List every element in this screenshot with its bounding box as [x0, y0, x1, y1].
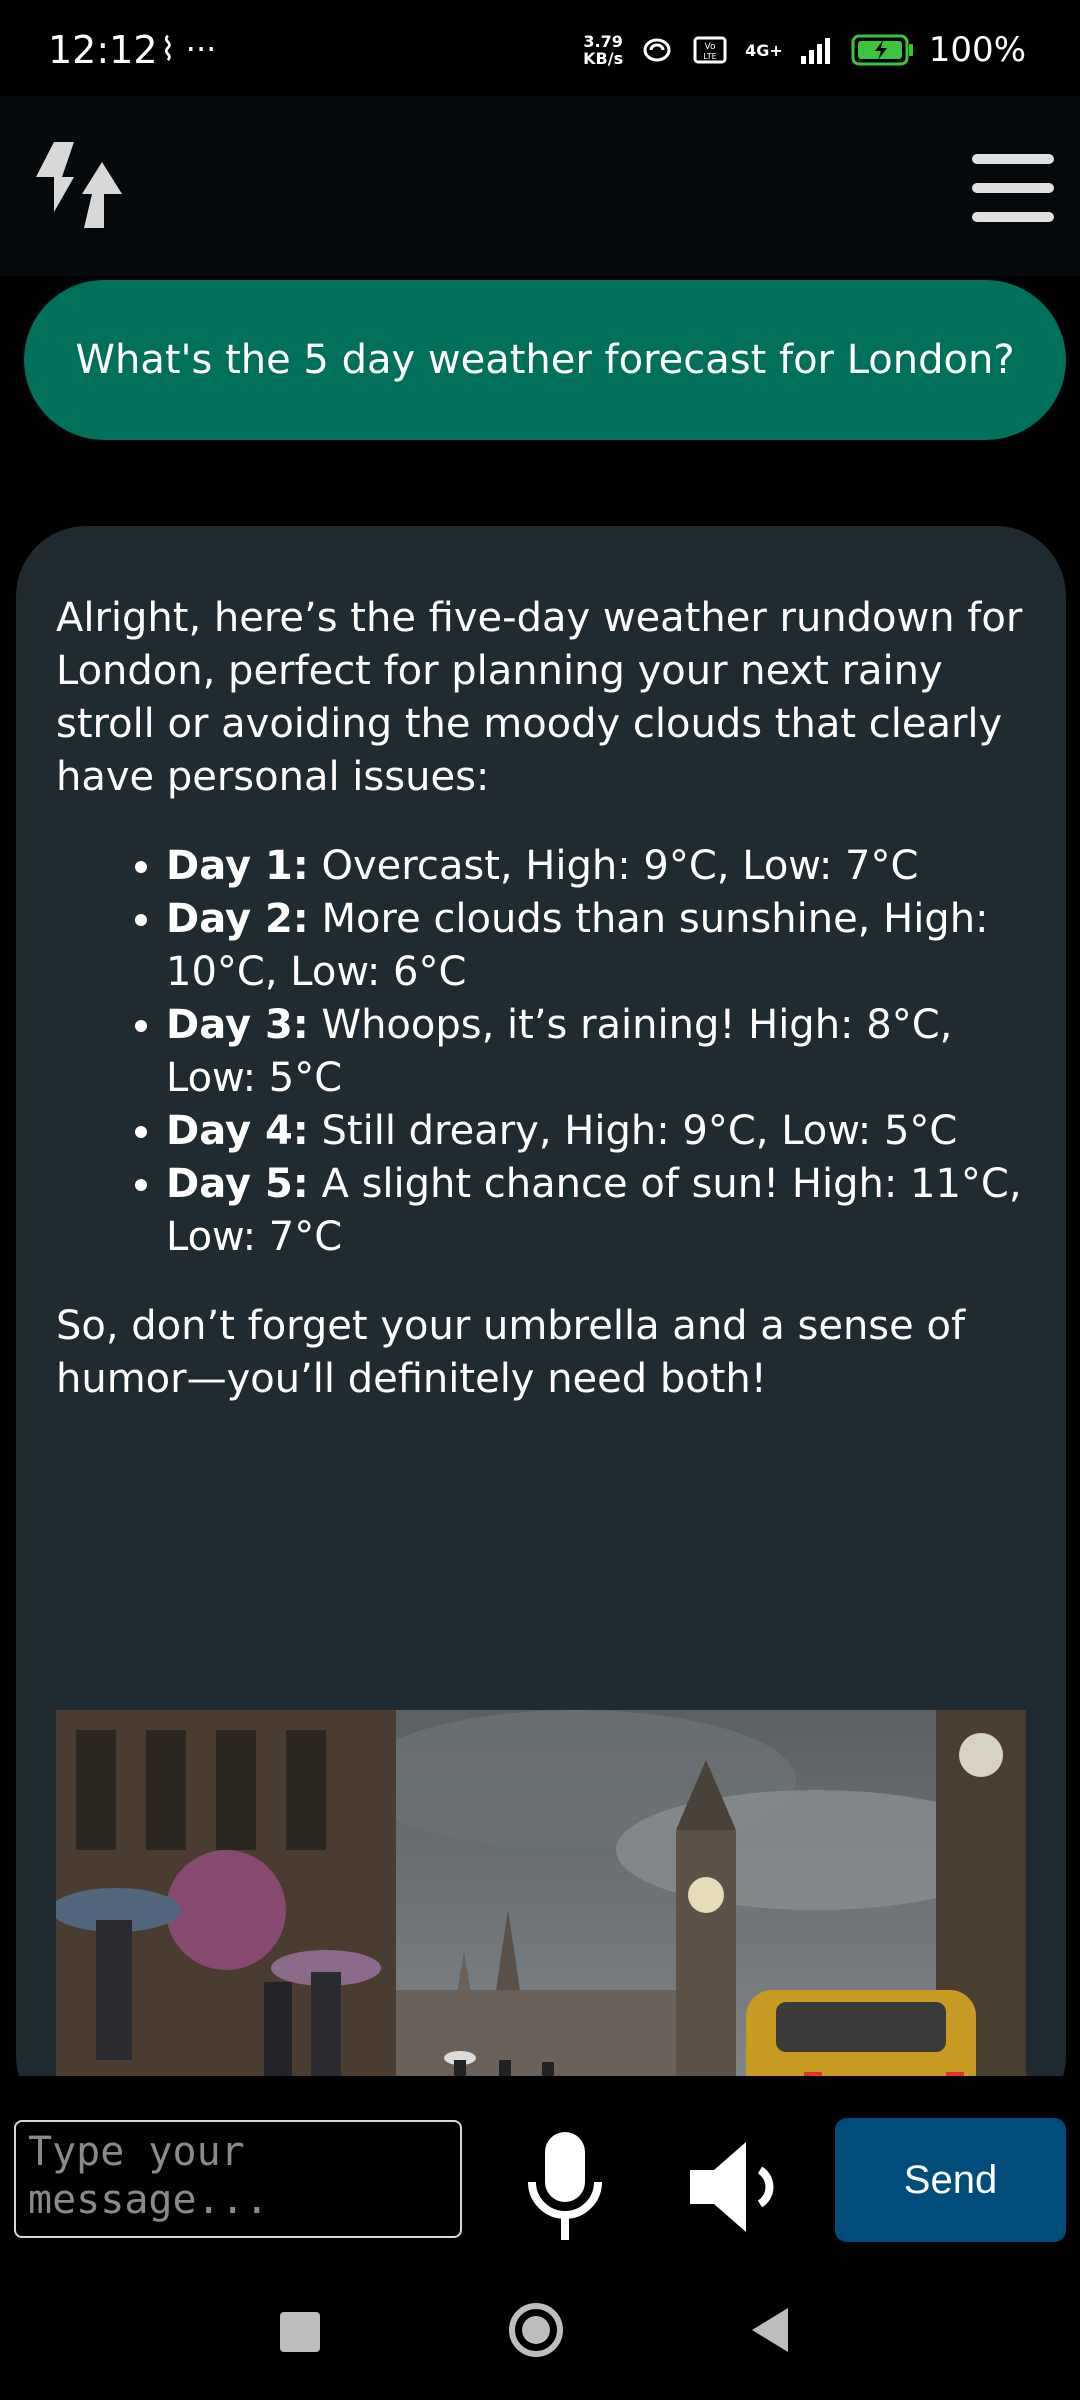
hamburger-menu-icon[interactable]: [970, 150, 1056, 226]
signal-icon: [800, 38, 830, 64]
bot-intro-text: Alright, here’s the five-day weather run…: [56, 595, 1023, 800]
network-speed-unit: KB/s: [583, 49, 624, 68]
volte-icon: Vo LTE: [693, 36, 727, 64]
forecast-day: Day 3:: [166, 1002, 309, 1048]
bot-outro-text: So, don’t forget your umbrella and a sen…: [56, 1303, 966, 1402]
forecast-day: Day 2:: [166, 896, 309, 942]
refresh-arrows-icon[interactable]: [24, 132, 134, 242]
svg-text:LTE: LTE: [703, 52, 716, 61]
chat-area[interactable]: What's the 5 day weather forecast for Lo…: [0, 276, 1080, 2076]
status-right-group: 3.79 KB/s Vo LTE 4G+ 100%: [583, 30, 1026, 70]
user-message-bubble: What's the 5 day weather forecast for Lo…: [24, 280, 1066, 440]
forecast-detail: Still dreary, High: 9°C, Low: 5°C: [308, 1108, 958, 1154]
recent-apps-icon[interactable]: [280, 2312, 320, 2352]
microphone-icon[interactable]: [520, 2128, 610, 2248]
forecast-list: Day 1: Overcast, High: 9°C, Low: 7°C Day…: [56, 840, 1036, 1264]
composer-bar: Send: [0, 2076, 1080, 2256]
status-bar: 12:12 ⌇ ··· 3.79 KB/s Vo LTE 4G+ 100%: [0, 0, 1080, 96]
network-speed: 3.79 KB/s: [583, 33, 623, 67]
forecast-item: Day 5: A slight chance of sun! High: 11°…: [166, 1158, 1036, 1264]
forecast-item: Day 3: Whoops, it’s raining! High: 8°C, …: [166, 999, 1036, 1105]
message-input[interactable]: [14, 2120, 462, 2238]
notification-icons: ⌇ ···: [160, 30, 217, 68]
back-icon[interactable]: [748, 2306, 792, 2354]
speaker-icon[interactable]: [680, 2132, 790, 2242]
forecast-detail: Overcast, High: 9°C, Low: 7°C: [308, 843, 919, 889]
battery-percent: 100%: [928, 30, 1026, 70]
forecast-item: Day 1: Overcast, High: 9°C, Low: 7°C: [166, 840, 1036, 893]
status-time: 12:12: [48, 28, 158, 72]
bot-message-bubble: Alright, here’s the five-day weather run…: [16, 526, 1066, 2076]
hotspot-icon: [643, 38, 671, 62]
forecast-day: Day 4:: [166, 1108, 309, 1154]
battery-icon: [851, 34, 913, 66]
send-button[interactable]: Send: [835, 2118, 1066, 2242]
forecast-item: Day 4: Still dreary, High: 9°C, Low: 5°C: [166, 1105, 1036, 1158]
system-navigation-bar: [0, 2256, 1080, 2400]
network-speed-value: 3.79: [583, 32, 623, 51]
forecast-day: Day 1:: [166, 843, 309, 889]
forecast-day: Day 5:: [166, 1161, 309, 1207]
london-rain-image[interactable]: [56, 1710, 1026, 2076]
user-message-text: What's the 5 day weather forecast for Lo…: [75, 337, 1015, 383]
home-icon[interactable]: [508, 2302, 564, 2358]
svg-text:Vo: Vo: [705, 42, 716, 52]
app-header: [0, 96, 1080, 276]
bot-message-content: Alright, here’s the five-day weather run…: [56, 592, 1036, 1406]
network-type: 4G+: [745, 40, 783, 60]
forecast-item: Day 2: More clouds than sunshine, High: …: [166, 893, 1036, 999]
